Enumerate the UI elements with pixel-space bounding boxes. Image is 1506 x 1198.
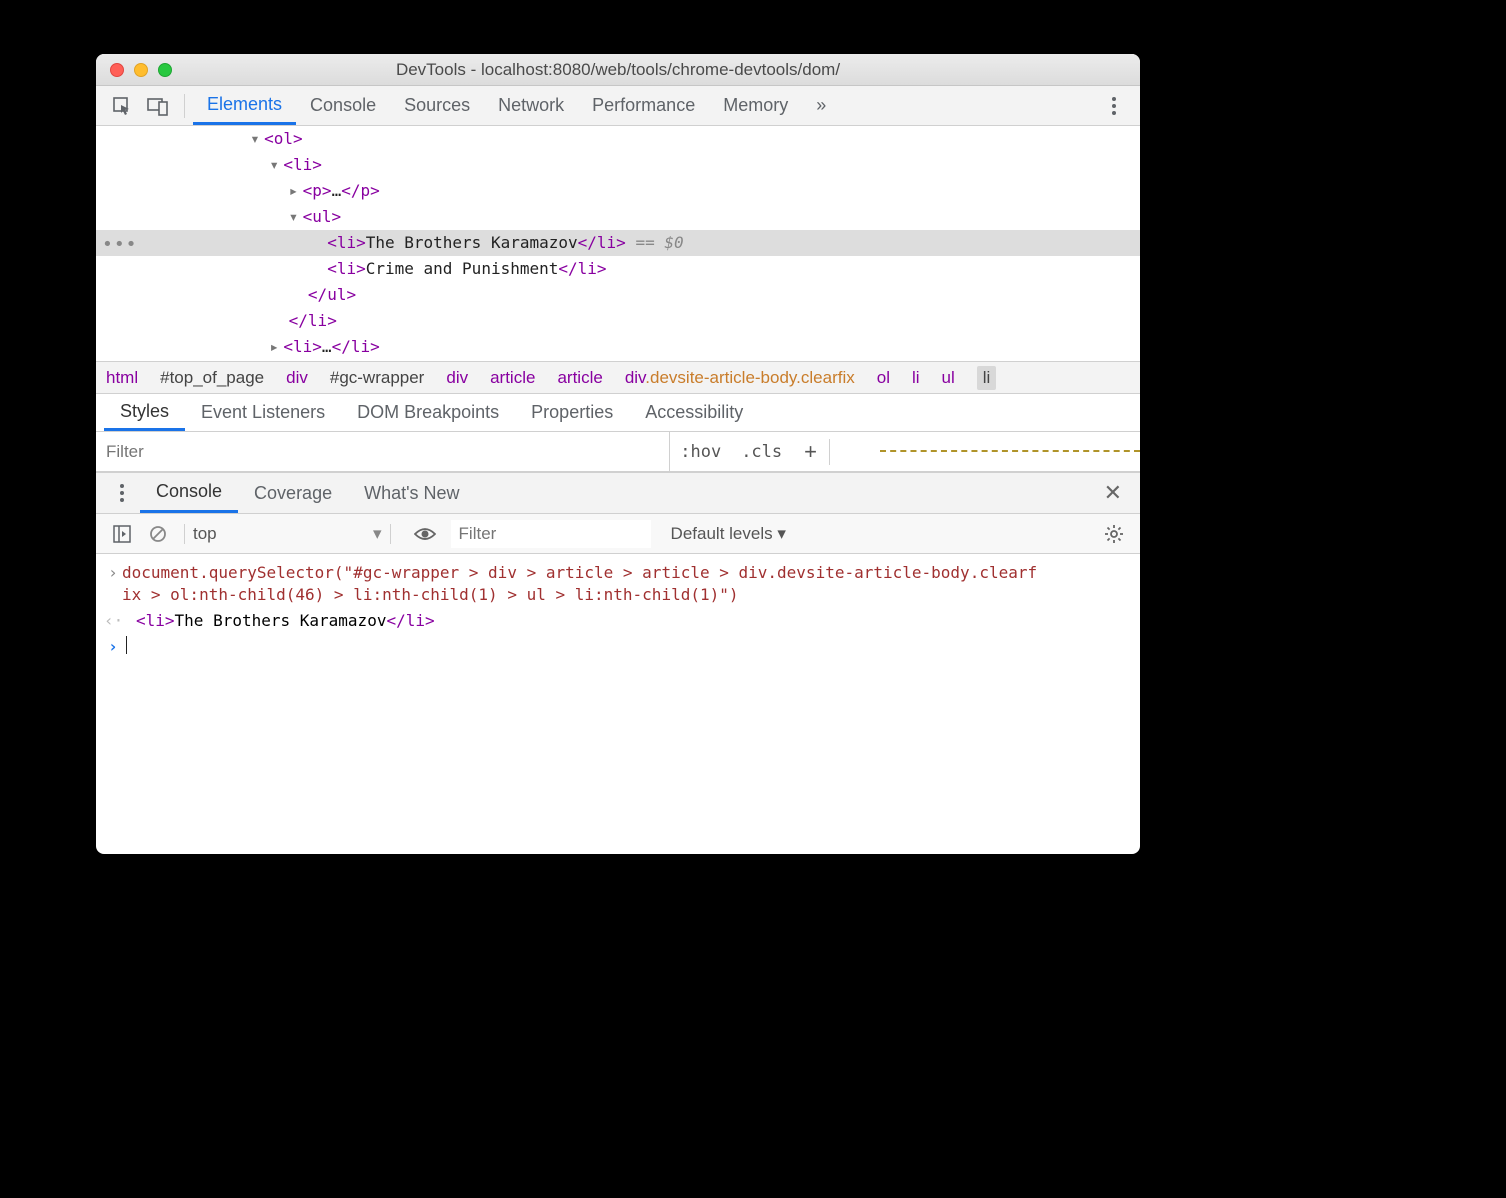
breadcrumb-item[interactable]: html [106, 368, 138, 388]
styles-toolbar: :hov .cls + [96, 432, 1140, 472]
breadcrumb-item[interactable]: div.devsite-article-body.clearfix [625, 368, 855, 388]
dom-node-row[interactable]: ▾<ul> [96, 204, 1140, 230]
breadcrumb-item[interactable]: article [490, 368, 535, 388]
breadcrumb-item[interactable]: ol [877, 368, 890, 388]
console-result-line: ‹· <li>The Brothers Karamazov</li> [104, 608, 1132, 634]
drawer-tab-coverage[interactable]: Coverage [238, 473, 348, 513]
cls-toggle[interactable]: .cls [731, 442, 792, 462]
input-caret-icon: › [104, 562, 122, 584]
result-text: The Brothers Karamazov [175, 611, 387, 630]
dom-node-row[interactable]: <li>Crime and Punishment</li> [96, 256, 1140, 282]
tab-network[interactable]: Network [484, 86, 578, 125]
breadcrumb-item[interactable]: div [446, 368, 468, 388]
dom-node-row[interactable]: ▾<ol> [96, 126, 1140, 152]
result-close-tag: </li> [386, 611, 434, 630]
hov-toggle[interactable]: :hov [670, 442, 731, 462]
subtab-properties[interactable]: Properties [515, 394, 629, 431]
clear-console-icon[interactable] [144, 520, 172, 548]
console-toolbar: top Default levels ▾ [96, 514, 1140, 554]
dom-node-row[interactable]: ▸<p>…</p> [96, 178, 1140, 204]
breadcrumb-item[interactable]: li [977, 366, 997, 390]
titlebar: DevTools - localhost:8080/web/tools/chro… [96, 54, 1140, 86]
dom-node-row[interactable]: ▾<li> [96, 152, 1140, 178]
console-prompt-line[interactable]: › [104, 634, 1132, 660]
drawer-tab-what-s-new[interactable]: What's New [348, 473, 475, 513]
subtab-event-listeners[interactable]: Event Listeners [185, 394, 341, 431]
inspect-icon[interactable] [108, 92, 136, 120]
selected-node-gutter-icon[interactable]: ••• [102, 232, 138, 258]
dom-node-row[interactable]: </ul> [96, 282, 1140, 308]
tab-memory[interactable]: Memory [709, 86, 802, 125]
tab-performance[interactable]: Performance [578, 86, 709, 125]
tabs-overflow[interactable]: » [802, 86, 840, 125]
subtab-styles[interactable]: Styles [104, 394, 185, 431]
breadcrumb-bar: html #top_of_page div #gc-wrapper div article… [96, 361, 1140, 394]
dom-node-row[interactable]: <li>The Brothers Karamazov</li> == $0 [96, 230, 1140, 256]
context-value: top [193, 524, 373, 544]
console-input-line: › document.querySelector("#gc-wrapper > … [104, 560, 1132, 608]
text-cursor [126, 636, 127, 654]
device-toggle-icon[interactable] [144, 92, 172, 120]
new-style-rule-button[interactable]: + [792, 439, 830, 465]
console-output[interactable]: › document.querySelector("#gc-wrapper > … [96, 554, 1140, 854]
live-expression-icon[interactable] [411, 520, 439, 548]
dom-node-row[interactable]: </li> [96, 308, 1140, 334]
console-filter-input[interactable] [451, 520, 651, 548]
prompt-caret-icon: › [104, 636, 122, 658]
separator [184, 94, 185, 118]
window-title: DevTools - localhost:8080/web/tools/chro… [96, 60, 1140, 80]
elements-dom-tree[interactable]: ▾<ol> ▾<li> ▸<p>…</p> ▾<ul> <li>The Brot… [96, 126, 1140, 361]
main-toolbar: ElementsConsoleSourcesNetworkPerformance… [96, 86, 1140, 126]
drawer-kebab-icon[interactable] [108, 479, 136, 507]
breadcrumb-item[interactable]: li [912, 368, 920, 388]
drawer-tab-console[interactable]: Console [140, 473, 238, 513]
tab-console[interactable]: Console [296, 86, 390, 125]
breadcrumb-item[interactable]: #gc-wrapper [330, 368, 425, 388]
output-caret-icon: ‹· [104, 610, 122, 632]
console-settings-icon[interactable] [1100, 520, 1128, 548]
tab-elements[interactable]: Elements [193, 86, 296, 125]
drawer-close-icon[interactable]: ✕ [1094, 480, 1132, 506]
result-open-tag: <li> [136, 611, 175, 630]
styles-filter-input[interactable] [96, 432, 670, 471]
drawer-tabs: ConsoleCoverageWhat's New ✕ [96, 472, 1140, 514]
breadcrumb-item[interactable]: article [557, 368, 602, 388]
kebab-menu-icon[interactable] [1100, 92, 1128, 120]
styles-subtabs: StylesEvent ListenersDOM BreakpointsProp… [96, 394, 1140, 432]
execution-context-select[interactable]: top [184, 524, 391, 544]
breadcrumb-item[interactable]: div [286, 368, 308, 388]
log-levels-dropdown[interactable]: Default levels ▾ [671, 524, 786, 544]
devtools-window: DevTools - localhost:8080/web/tools/chro… [96, 54, 1140, 854]
dom-node-row[interactable]: ▸<li>…</li> [96, 334, 1140, 360]
inherited-style-preview [880, 450, 1140, 454]
tab-sources[interactable]: Sources [390, 86, 484, 125]
breadcrumb-item[interactable]: ul [942, 368, 955, 388]
console-sidebar-toggle-icon[interactable] [108, 520, 136, 548]
subtab-dom-breakpoints[interactable]: DOM Breakpoints [341, 394, 515, 431]
console-command-text: document.querySelector("#gc-wrapper > di… [122, 562, 1042, 606]
subtab-accessibility[interactable]: Accessibility [629, 394, 759, 431]
breadcrumb-item[interactable]: #top_of_page [160, 368, 264, 388]
